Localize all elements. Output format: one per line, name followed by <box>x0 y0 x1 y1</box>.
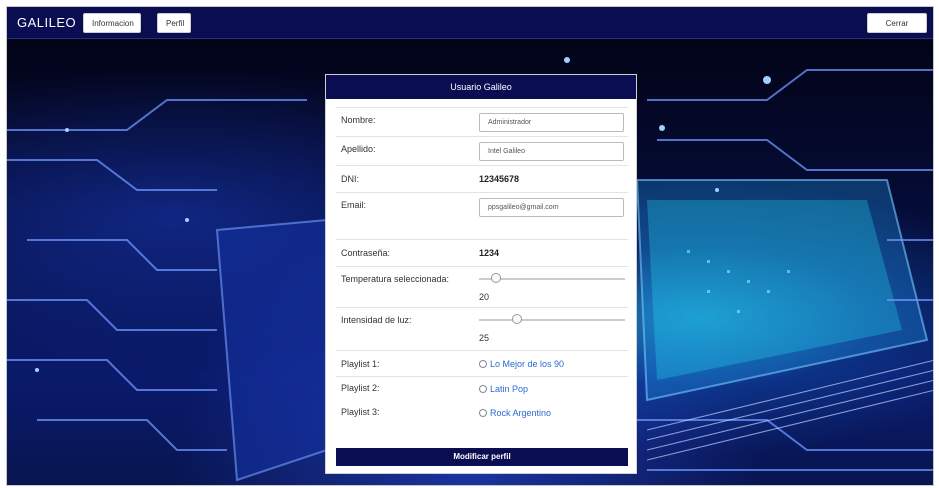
playlist2-label: Playlist 2: <box>341 383 380 393</box>
luz-slider-thumb[interactable] <box>512 314 522 324</box>
radio-circle-icon[interactable] <box>479 409 487 417</box>
logout-button[interactable]: Cerrar sesión <box>867 13 927 48</box>
field-row-temperatura: Temperatura seleccionada: 20 <box>336 266 628 306</box>
nombre-label: Nombre: <box>341 115 376 125</box>
playlist1-label: Playlist 1: <box>341 359 380 369</box>
apellido-input[interactable]: Intel Galileo <box>479 142 624 161</box>
navbar: GALILEO Informacion Perfil Cerrar sesión <box>7 7 933 48</box>
luz-value: 25 <box>479 333 490 343</box>
radio-circle-icon[interactable] <box>479 385 487 393</box>
field-row-password: Contraseña: 1234 <box>336 239 628 265</box>
field-row-apellido: Apellido: Intel Galileo <box>336 136 628 164</box>
field-row-playlist3: Playlist 3: Rock Argentino <box>336 402 628 442</box>
perfil-button[interactable]: Perfil <box>157 13 191 33</box>
nombre-input[interactable]: Administrador <box>479 113 624 132</box>
playlist1-option[interactable]: Lo Mejor de los 90 <box>490 359 564 369</box>
app-frame: GALILEO Informacion Perfil Cerrar sesión <box>6 6 934 486</box>
field-row-playlist1: Playlist 1: Lo Mejor de los 90 <box>336 350 628 375</box>
playlist1-radio[interactable]: Lo Mejor de los 90 <box>479 359 564 369</box>
temperatura-slider[interactable] <box>479 273 625 283</box>
field-row-nombre: Nombre: Administrador <box>336 107 628 135</box>
brand-logo[interactable]: GALILEO <box>17 15 76 30</box>
password-value: 1234 <box>479 248 500 258</box>
field-row-luz: Intensidad de luz: 25 <box>336 307 628 349</box>
user-profile-card: Usuario Galileo Nombre: Administrador Ap… <box>325 74 637 474</box>
playlist3-radio[interactable]: Rock Argentino <box>479 408 551 418</box>
email-label: Email: <box>341 200 367 210</box>
playlist2-radio[interactable]: Latin Pop <box>479 384 528 394</box>
dni-label: DNI: <box>341 174 359 184</box>
temperatura-value: 20 <box>479 292 490 302</box>
field-row-email: Email: ppsgalileo@gmail.com <box>336 192 628 238</box>
playlist2-option[interactable]: Latin Pop <box>490 384 528 394</box>
password-label: Contraseña: <box>341 248 391 258</box>
radio-circle-icon[interactable] <box>479 360 487 368</box>
luz-label: Intensidad de luz: <box>341 315 412 325</box>
dni-value: 12345678 <box>479 174 520 184</box>
field-row-dni: DNI: 12345678 <box>336 165 628 191</box>
temperatura-label: Temperatura seleccionada: <box>341 274 450 284</box>
informacion-button[interactable]: Informacion <box>83 13 141 33</box>
luz-slider[interactable] <box>479 314 625 324</box>
temperatura-slider-thumb[interactable] <box>491 273 501 283</box>
card-title: Usuario Galileo <box>326 75 636 99</box>
apellido-label: Apellido: <box>341 144 376 154</box>
playlist3-option[interactable]: Rock Argentino <box>490 408 551 418</box>
modificar-perfil-button[interactable]: Modificar perfil <box>336 448 628 466</box>
email-input[interactable]: ppsgalileo@gmail.com <box>479 198 624 217</box>
field-row-playlist2: Playlist 2: Latin Pop <box>336 376 628 402</box>
playlist3-label: Playlist 3: <box>341 407 380 417</box>
